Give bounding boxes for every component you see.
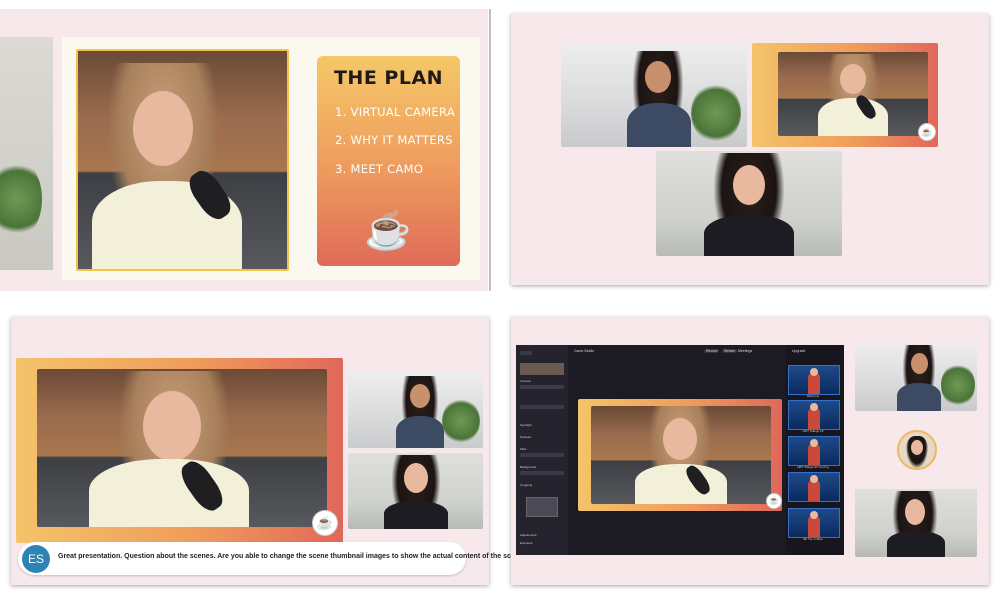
presenter-video bbox=[76, 49, 289, 271]
stream-button[interactable]: Stream bbox=[722, 349, 738, 353]
filter-select[interactable] bbox=[520, 453, 564, 457]
the-plan-card: THE PLAN 1. VIRTUAL CAMERA 2. WHY IT MAT… bbox=[317, 56, 460, 266]
main-speaker-video bbox=[37, 369, 327, 527]
grid-divider bbox=[489, 9, 491, 291]
plan-item-3: 3. MEET CAMO bbox=[335, 162, 424, 176]
panel-three-speakers: ☕ bbox=[511, 14, 989, 285]
avatar bbox=[897, 430, 937, 470]
mode-buttons[interactable] bbox=[520, 405, 564, 409]
record-button[interactable]: Record bbox=[704, 349, 720, 353]
scene-thumbnail[interactable] bbox=[788, 365, 840, 395]
sidebar-section-spotlight: Spotlight bbox=[520, 423, 532, 427]
app-preview-frame: ☕ bbox=[578, 399, 782, 511]
presenter-face bbox=[133, 91, 193, 166]
sidebar-section-adjustments: Adjustments bbox=[520, 533, 537, 537]
upgrade-button[interactable]: Upgrade bbox=[792, 349, 805, 353]
speaker-video-2-frame: ☕ bbox=[752, 43, 938, 147]
background-select[interactable] bbox=[520, 471, 564, 475]
scene-caption: Welcome bbox=[806, 394, 820, 398]
camera-select[interactable] bbox=[520, 385, 564, 389]
crop-preview bbox=[526, 497, 558, 517]
right-avatar-tile bbox=[855, 415, 977, 483]
app-preview-video bbox=[591, 406, 771, 504]
sidebar-section-cropping: Cropping bbox=[520, 483, 533, 487]
camera-preview bbox=[520, 363, 564, 375]
coffee-cup-icon: ☕ bbox=[766, 493, 782, 509]
right-video-1 bbox=[855, 343, 977, 411]
chat-message: Great presentation. Question about the s… bbox=[58, 553, 528, 560]
coffee-cup-icon: ☕ bbox=[918, 123, 936, 141]
sidebar-section-exposure: Exposure bbox=[520, 541, 533, 545]
speaker-video-3 bbox=[656, 151, 842, 256]
scene-caption: Bit The Coffee bbox=[803, 537, 823, 541]
settings-sidebar: Camera Spotlight Network Filter Backgrou… bbox=[516, 345, 568, 555]
side-video-2 bbox=[348, 453, 483, 529]
sidebar-section-network: Network bbox=[520, 435, 532, 439]
plan-title: THE PLAN bbox=[333, 67, 444, 89]
plan-item-2: 2. WHY IT MATTERS bbox=[335, 133, 453, 147]
plan-item-1: 1. VIRTUAL CAMERA bbox=[335, 105, 455, 119]
scene-thumbnail[interactable] bbox=[788, 400, 840, 430]
scene-caption: HBT Tollege 90 Yoo Ing bbox=[797, 465, 829, 469]
scene-caption: HOT Tollege 16 bbox=[802, 429, 824, 433]
coffee-cup-icon: ☕ bbox=[364, 210, 412, 252]
meetings-button[interactable]: Meetings bbox=[738, 349, 752, 353]
app-title: Camo Studio bbox=[574, 349, 595, 353]
scene-thumbnail[interactable] bbox=[788, 436, 840, 466]
panel-presentation-slide: THE PLAN 1. VIRTUAL CAMERA 2. WHY IT MAT… bbox=[0, 9, 488, 291]
side-video-1 bbox=[348, 372, 483, 448]
speaker-video-2 bbox=[778, 52, 928, 136]
scene-thumbnail[interactable] bbox=[788, 472, 840, 502]
scene-thumbnail[interactable] bbox=[788, 508, 840, 538]
main-speaker-frame: ☕ bbox=[16, 358, 343, 543]
avatar: ES bbox=[22, 545, 50, 573]
scene-thumbnails: Upgrade Welcome HOT Tollege 16 HBT Tolle… bbox=[786, 345, 844, 555]
sidebar-section-background: Background bbox=[520, 465, 537, 469]
sidebar-section-camera: Camera bbox=[520, 379, 531, 383]
camo-studio-window: Camera Spotlight Network Filter Backgrou… bbox=[516, 345, 844, 555]
sidebar-section-filter: Filter bbox=[520, 447, 527, 451]
chat-bubble: ES Great presentation. Question about th… bbox=[18, 542, 527, 575]
right-video-2 bbox=[855, 489, 977, 557]
coffee-cup-icon: ☕ bbox=[312, 510, 338, 536]
speaker-video-1 bbox=[561, 43, 747, 147]
plant bbox=[691, 83, 741, 143]
